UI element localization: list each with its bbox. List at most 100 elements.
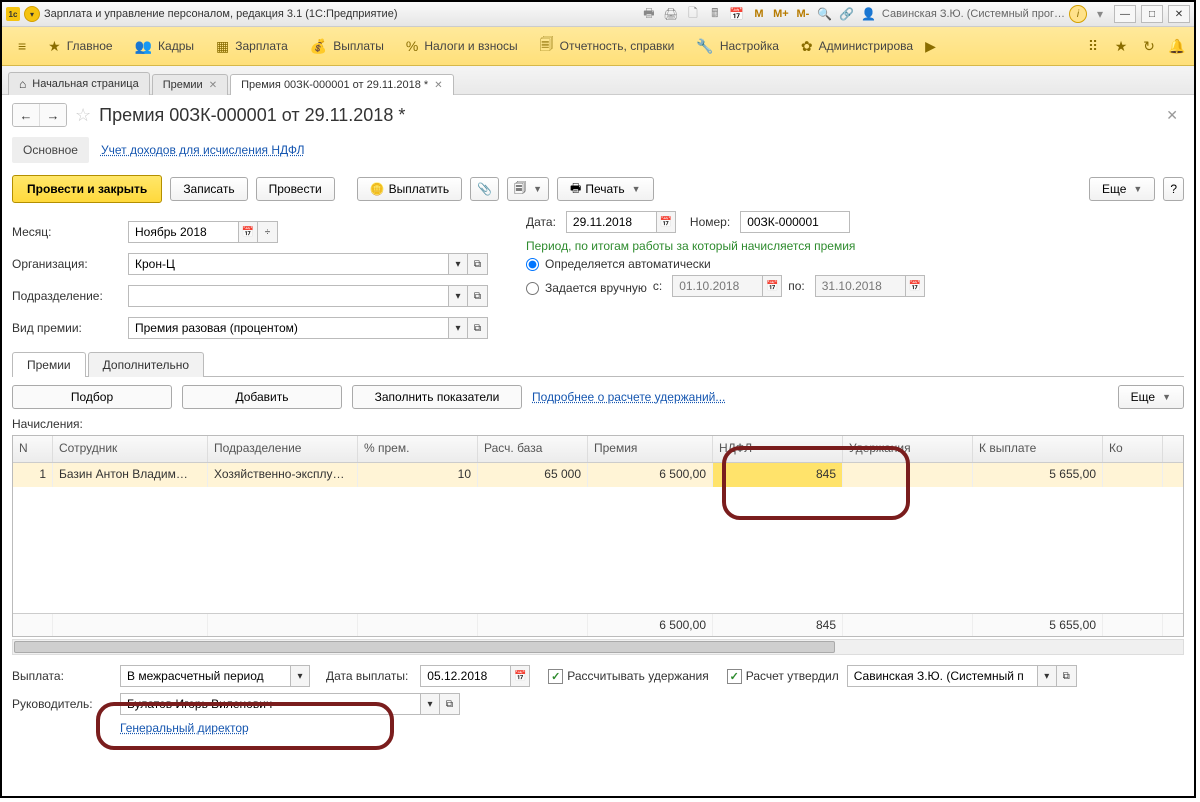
period-manual-radio[interactable]: Задается вручную	[526, 281, 647, 295]
col-topay[interactable]: К выплате	[973, 436, 1103, 462]
open-icon[interactable]: ⧉	[468, 317, 488, 339]
attach-button[interactable]: 📎	[470, 177, 499, 201]
menu-admin[interactable]: ✿Администрирова	[791, 34, 923, 59]
post-button[interactable]: Провести	[256, 177, 335, 201]
app-menu-dropdown[interactable]: ▾	[24, 6, 40, 22]
bell-icon[interactable]: 🔔	[1166, 35, 1188, 57]
calendar-icon[interactable]: 📅	[762, 275, 782, 297]
col-percent[interactable]: % прем.	[358, 436, 478, 462]
menu-reports[interactable]: 🗐Отчетность, справки	[530, 30, 685, 62]
col-n[interactable]: N	[13, 436, 53, 462]
subnav-ndfl-link[interactable]: Учет доходов для исчисления НДФЛ	[101, 143, 305, 157]
manager-input[interactable]	[120, 693, 420, 715]
tab-close-icon[interactable]: ✕	[209, 80, 217, 91]
date-input[interactable]	[566, 211, 656, 233]
dropdown-icon[interactable]: ▾	[290, 665, 310, 687]
calendar-icon[interactable]: 📅	[728, 5, 746, 23]
open-icon[interactable]: ⧉	[468, 253, 488, 275]
period-auto-radio[interactable]: Определяется автоматически	[526, 257, 1184, 271]
col-department[interactable]: Подразделение	[208, 436, 358, 462]
tab-additional[interactable]: Дополнительно	[88, 352, 204, 377]
dropdown-icon[interactable]: ▾	[448, 253, 468, 275]
menu-taxes[interactable]: %Налоги и взносы	[396, 34, 528, 58]
favorite-icon[interactable]: ★	[1110, 35, 1132, 57]
approved-checkbox[interactable]: ✓Расчет утвердил	[727, 669, 839, 684]
horizontal-scrollbar[interactable]	[12, 639, 1184, 655]
more-button[interactable]: Еще▼	[1089, 177, 1155, 201]
tab-home[interactable]: ⌂Начальная страница	[8, 72, 150, 95]
num-input[interactable]	[740, 211, 850, 233]
help-button[interactable]: ?	[1163, 177, 1184, 201]
minimize-button[interactable]: —	[1114, 5, 1136, 23]
col-premium[interactable]: Премия	[588, 436, 713, 462]
m-icon[interactable]: M	[750, 5, 768, 23]
approver-input[interactable]	[847, 665, 1037, 687]
based-on-button[interactable]: 🗐▼	[507, 177, 549, 201]
stepper-icon[interactable]: ÷	[258, 221, 278, 243]
apps-icon[interactable]: ⠿	[1082, 35, 1104, 57]
menu-payments[interactable]: 💰Выплаты	[300, 34, 394, 59]
zoom-icon[interactable]: 🔍	[816, 5, 834, 23]
print-icon[interactable]: 🖶	[640, 5, 658, 23]
doc-icon[interactable]: 🗋	[684, 5, 702, 23]
print-button[interactable]: 🖶Печать▼	[557, 177, 654, 201]
subnav-main[interactable]: Основное	[12, 137, 89, 163]
menu-overflow-icon[interactable]: ▶	[925, 38, 936, 55]
dropdown-icon[interactable]: ▾	[448, 285, 468, 307]
col-employee[interactable]: Сотрудник	[53, 436, 208, 462]
manager-position-link[interactable]: Генеральный директор	[120, 721, 249, 735]
deduction-details-link[interactable]: Подробнее о расчете удержаний...	[532, 390, 725, 404]
nav-forward-button[interactable]: →	[40, 104, 66, 126]
info-dd-icon[interactable]: ▾	[1091, 5, 1109, 23]
col-deductions[interactable]: Удержания	[843, 436, 973, 462]
fill-button[interactable]: Заполнить показатели	[352, 385, 522, 409]
open-icon[interactable]: ⧉	[1057, 665, 1077, 687]
maximize-button[interactable]: □	[1141, 5, 1163, 23]
paydate-input[interactable]	[420, 665, 510, 687]
link-icon[interactable]: 🔗	[838, 5, 856, 23]
post-and-close-button[interactable]: Провести и закрыть	[12, 175, 162, 203]
calc-deductions-checkbox[interactable]: ✓Рассчитывать удержания	[548, 669, 708, 684]
open-icon[interactable]: ⧉	[440, 693, 460, 715]
save-button[interactable]: Записать	[170, 177, 247, 201]
nav-back-button[interactable]: ←	[13, 104, 40, 126]
calendar-icon[interactable]: 📅	[905, 275, 925, 297]
grid-more-button[interactable]: Еще▼	[1118, 385, 1184, 409]
close-button[interactable]: ✕	[1168, 5, 1190, 23]
calendar-icon[interactable]: 📅	[510, 665, 530, 687]
history-icon[interactable]: ↻	[1138, 35, 1160, 57]
table-row[interactable]: 1 Базин Антон Владим… Хозяйственно-экспл…	[13, 463, 1183, 487]
pick-button[interactable]: Подбор	[12, 385, 172, 409]
info-icon[interactable]: i	[1069, 5, 1087, 23]
dropdown-icon[interactable]: ▾	[1037, 665, 1057, 687]
mplus-icon[interactable]: M+	[772, 5, 790, 23]
menu-settings[interactable]: 🔧Настройка	[686, 34, 789, 59]
col-base[interactable]: Расч. база	[478, 436, 588, 462]
month-input[interactable]	[128, 221, 238, 243]
menu-salary[interactable]: ▦Зарплата	[206, 34, 298, 59]
open-icon[interactable]: ⧉	[468, 285, 488, 307]
calc-icon[interactable]: 🖩	[706, 5, 724, 23]
dropdown-icon[interactable]: ▾	[448, 317, 468, 339]
dropdown-icon[interactable]: ▾	[420, 693, 440, 715]
tab-premii[interactable]: Премии✕	[152, 74, 228, 95]
tab-premii-inner[interactable]: Премии	[12, 352, 86, 377]
calendar-icon[interactable]: 📅	[238, 221, 258, 243]
tab-close-icon[interactable]: ✕	[434, 80, 442, 91]
type-input[interactable]	[128, 317, 448, 339]
pay-button[interactable]: 🪙Выплатить	[357, 177, 462, 201]
col-ndfl[interactable]: НДФЛ	[713, 436, 843, 462]
add-button[interactable]: Добавить	[182, 385, 342, 409]
page-close-icon[interactable]: ✕	[1166, 107, 1184, 124]
calendar-icon[interactable]: 📅	[656, 211, 676, 233]
menu-main[interactable]: ★Главное	[38, 34, 122, 59]
favorite-star-icon[interactable]: ☆	[75, 105, 91, 126]
org-input[interactable]	[128, 253, 448, 275]
payout-mode-input[interactable]	[120, 665, 290, 687]
menu-burger[interactable]: ≡	[8, 34, 36, 58]
col-ko[interactable]: Ко	[1103, 436, 1163, 462]
dep-input[interactable]	[128, 285, 448, 307]
cell-ndfl[interactable]: 845	[713, 463, 843, 487]
menu-staff[interactable]: 👥Кадры	[125, 34, 204, 59]
print2-icon[interactable]: 🖨	[662, 5, 680, 23]
